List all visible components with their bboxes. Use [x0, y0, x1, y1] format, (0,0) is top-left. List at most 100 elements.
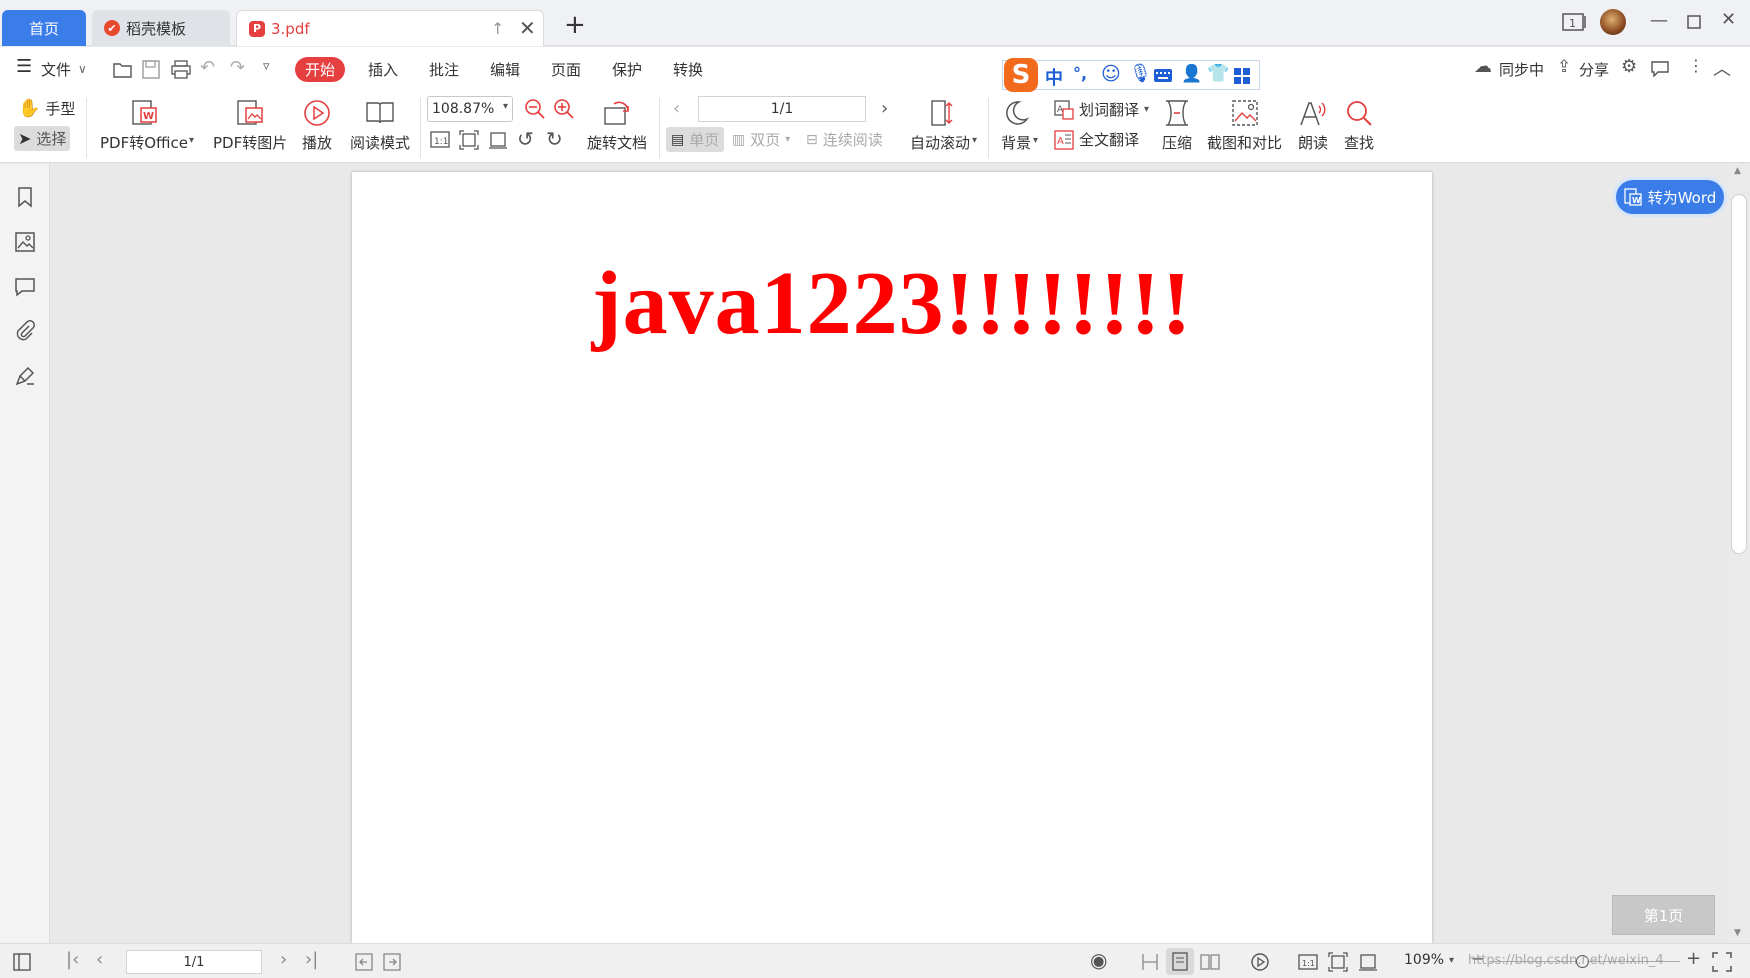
menu-convert[interactable]: 转换 — [673, 59, 703, 80]
redo-icon[interactable]: ↷ — [230, 57, 245, 78]
more-options-icon[interactable]: ⋮ — [1688, 56, 1704, 75]
pdf-to-office-dropdown-icon[interactable]: ▾ — [189, 135, 194, 146]
status-zoom-dropdown-icon[interactable]: ▾ — [1449, 955, 1454, 966]
single-view-active[interactable] — [1166, 948, 1194, 975]
full-translate-button[interactable]: A 全文翻译 — [1054, 129, 1139, 150]
menu-edit[interactable]: 编辑 — [490, 59, 520, 80]
single-page-button[interactable]: ▤ 单页 — [666, 127, 725, 152]
pdf-to-office-button[interactable]: W PDF转Office — [100, 98, 188, 153]
last-page-icon[interactable]: ›| — [305, 949, 318, 970]
share-button[interactable]: 分享 — [1579, 59, 1609, 80]
emoji-icon[interactable]: ☺ — [1101, 63, 1121, 85]
hamburger-icon[interactable]: ☰ — [16, 56, 32, 77]
skin-shirt-icon[interactable]: 👕 — [1207, 63, 1229, 84]
ime-punct-toggle[interactable]: °, — [1073, 64, 1087, 83]
menu-page[interactable]: 页面 — [551, 59, 581, 80]
comment-icon[interactable] — [14, 276, 36, 298]
status-page-input[interactable]: 1/1 — [126, 950, 262, 974]
maximize-icon[interactable] — [1687, 15, 1701, 29]
cloud-sync-icon[interactable]: ☁ — [1474, 56, 1492, 77]
menu-file[interactable]: 文件 — [41, 59, 71, 80]
keyboard-icon[interactable] — [1153, 68, 1173, 83]
auto-scroll-dropdown-icon[interactable]: ▾ — [972, 135, 977, 146]
continuous-view-icon[interactable] — [1140, 952, 1160, 972]
signature-pen-icon[interactable] — [14, 365, 36, 387]
undo-icon[interactable]: ↶ — [200, 57, 215, 78]
select-tool[interactable]: ➤ 选择 — [14, 126, 71, 151]
play-button[interactable]: 播放 — [302, 98, 332, 153]
status-zoom-value[interactable]: 109% — [1404, 952, 1444, 968]
customize-dropdown-icon[interactable]: ▿ — [263, 59, 270, 74]
rotate-document-button[interactable]: 旋转文档 — [587, 98, 647, 153]
double-page-button[interactable]: ▥ 双页 ▾ — [732, 129, 790, 150]
status-play-icon[interactable] — [1250, 952, 1270, 972]
page-indicator-button[interactable]: 第1页 — [1612, 895, 1715, 935]
double-view-icon[interactable] — [1200, 952, 1220, 972]
scrollbar-thumb[interactable] — [1731, 194, 1747, 554]
prev-page-icon[interactable]: ‹ — [673, 98, 680, 119]
fullscreen-icon[interactable] — [1712, 952, 1732, 972]
eye-protection-icon[interactable]: ◉ — [1090, 948, 1107, 972]
forward-view-icon[interactable] — [382, 952, 402, 972]
menu-start[interactable]: 开始 — [295, 57, 346, 82]
next-page-icon[interactable]: › — [881, 98, 888, 119]
read-mode-button[interactable]: 阅读模式 — [350, 98, 410, 153]
zoom-out-icon[interactable] — [524, 98, 546, 120]
compress-button[interactable]: 压缩 — [1162, 98, 1192, 153]
menu-protect[interactable]: 保护 — [612, 59, 642, 80]
tab-close-icon[interactable]: ✕ — [519, 16, 536, 40]
user-avatar[interactable] — [1600, 9, 1626, 35]
window-mode-icon[interactable]: 1 — [1562, 12, 1588, 32]
status-actual-size-icon[interactable]: 1:1 — [1298, 952, 1318, 972]
status-prev-page-icon[interactable]: ‹ — [96, 949, 103, 970]
first-page-icon[interactable]: |‹ — [66, 949, 79, 970]
tab-pdf[interactable]: P 3.pdf ↑ ✕ — [236, 10, 544, 46]
status-zoom-in-icon[interactable]: + — [1686, 948, 1701, 969]
hand-tool[interactable]: ✋ 手型 — [18, 98, 75, 119]
menu-annotate[interactable]: 批注 — [429, 59, 459, 80]
background-button[interactable]: 背景 — [1001, 98, 1031, 153]
status-fit-width-icon[interactable] — [1358, 952, 1378, 972]
toggle-sidebar-icon[interactable] — [12, 952, 32, 972]
pdf-to-image-button[interactable]: PDF转图片 — [213, 98, 287, 153]
tab-template[interactable]: ✔ 稻壳模板 — [92, 10, 230, 46]
tab-home[interactable]: 首页 — [2, 10, 86, 46]
print-icon[interactable] — [171, 60, 191, 79]
status-fit-page-icon[interactable] — [1328, 952, 1348, 972]
find-button[interactable]: 查找 — [1344, 98, 1374, 153]
minimize-icon[interactable]: — — [1650, 10, 1668, 31]
attachment-paperclip-icon[interactable] — [14, 320, 36, 342]
zoom-select[interactable]: 108.87% ▾ — [427, 96, 513, 122]
screenshot-compare-button[interactable]: 截图和对比 — [1207, 98, 1282, 153]
collapse-ribbon-icon[interactable]: ︿ — [1713, 55, 1731, 81]
close-window-icon[interactable]: ✕ — [1721, 9, 1736, 30]
menu-insert[interactable]: 插入 — [368, 59, 398, 80]
share-icon[interactable]: ⇪ — [1557, 57, 1571, 77]
bookmark-icon[interactable] — [14, 186, 36, 208]
fit-page-icon[interactable] — [459, 130, 479, 150]
continuous-read-button[interactable]: ⊟ 连续阅读 — [806, 129, 883, 150]
back-view-icon[interactable] — [354, 952, 374, 972]
settings-gear-icon[interactable]: ⚙ — [1621, 56, 1637, 77]
ime-lang-toggle[interactable]: 中 — [1045, 64, 1063, 90]
open-folder-icon[interactable] — [113, 61, 133, 79]
sync-status[interactable]: 同步中 — [1499, 59, 1544, 80]
scroll-down-icon[interactable]: ▼ — [1734, 928, 1741, 938]
actual-size-icon[interactable]: 1:1 — [430, 130, 450, 150]
save-icon[interactable] — [142, 60, 160, 79]
fit-width-icon[interactable] — [488, 130, 508, 150]
toolbox-grid-icon[interactable] — [1233, 67, 1251, 85]
background-dropdown-icon[interactable]: ▾ — [1033, 135, 1038, 146]
chevron-down-icon[interactable]: ∨ — [78, 62, 87, 76]
rotate-left-icon[interactable]: ↺ — [517, 127, 534, 151]
feedback-icon[interactable] — [1651, 61, 1669, 77]
status-next-page-icon[interactable]: › — [280, 949, 287, 970]
sogou-logo-icon[interactable]: S — [1004, 58, 1038, 92]
new-tab-icon[interactable]: + — [564, 12, 586, 38]
microphone-icon[interactable]: 🎙 — [1129, 63, 1152, 84]
rotate-right-icon[interactable]: ↻ — [546, 127, 563, 151]
zoom-in-icon[interactable] — [553, 98, 575, 120]
thumbnail-image-icon[interactable] — [14, 231, 36, 253]
read-aloud-button[interactable]: 朗读 — [1298, 98, 1328, 153]
user-ime-icon[interactable]: 👤 — [1181, 64, 1202, 84]
